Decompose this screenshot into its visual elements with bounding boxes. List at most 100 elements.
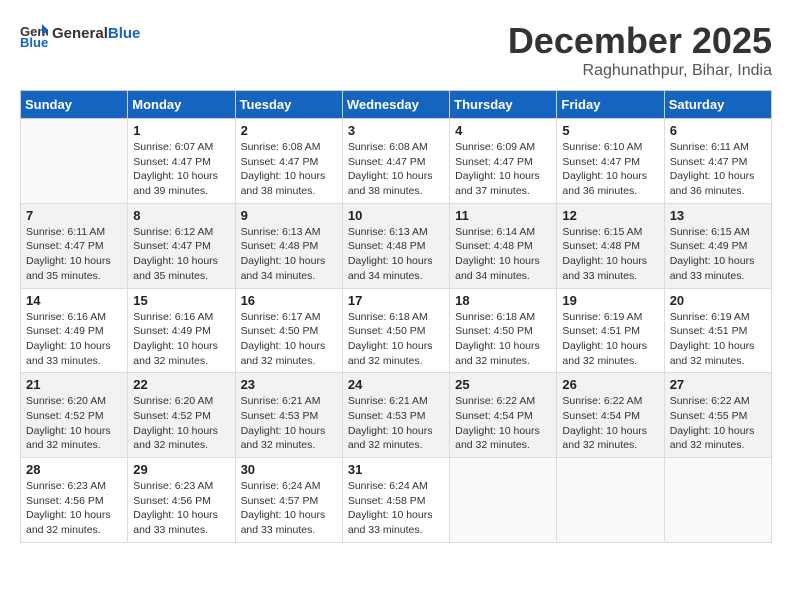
- calendar-cell: 27 Sunrise: 6:22 AMSunset: 4:55 PMDayligh…: [664, 373, 771, 458]
- weekday-header-sunday: Sunday: [21, 91, 128, 119]
- calendar-cell: 10Sunrise: 6:13 AMSunset: 4:48 PMDayligh…: [342, 203, 449, 288]
- day-number: 9: [241, 208, 337, 223]
- day-info: Sunrise: 6:08 AMSunset: 4:47 PMDaylight:…: [241, 140, 337, 199]
- calendar-cell: 28 Sunrise: 6:23 AMSunset: 4:56 PMDayligh…: [21, 458, 128, 543]
- day-info: Sunrise: 6:07 AMSunset: 4:47 PMDaylight:…: [133, 140, 229, 199]
- weekday-header-monday: Monday: [128, 91, 235, 119]
- svg-text:Blue: Blue: [20, 35, 48, 48]
- day-info: Sunrise: 6:19 AMSunset: 4:51 PMDaylight:…: [670, 310, 766, 369]
- calendar-cell: 2Sunrise: 6:08 AMSunset: 4:47 PMDaylight…: [235, 119, 342, 204]
- calendar-cell: 24 Sunrise: 6:21 AMSunset: 4:53 PMDayligh…: [342, 373, 449, 458]
- day-number: 5: [562, 123, 658, 138]
- day-info: Sunrise: 6:22 AMSunset: 4:54 PMDaylight:…: [562, 394, 658, 453]
- calendar-cell: 22Sunrise: 6:20 AMSunset: 4:52 PMDayligh…: [128, 373, 235, 458]
- day-info: Sunrise: 6:16 AMSunset: 4:49 PMDaylight:…: [133, 310, 229, 369]
- weekday-header-thursday: Thursday: [450, 91, 557, 119]
- week-row-5: 28 Sunrise: 6:23 AMSunset: 4:56 PMDayligh…: [21, 458, 772, 543]
- calendar-cell: 26 Sunrise: 6:22 AMSunset: 4:54 PMDayligh…: [557, 373, 664, 458]
- day-number: 19: [562, 293, 658, 308]
- day-number: 13: [670, 208, 766, 223]
- day-info: Sunrise: 6:23 AMSunset: 4:56 PMDaylight:…: [133, 479, 229, 538]
- weekday-header-tuesday: Tuesday: [235, 91, 342, 119]
- week-row-3: 14 Sunrise: 6:16 AMSunset: 4:49 PMDayligh…: [21, 288, 772, 373]
- calendar-cell: 30 Sunrise: 6:24 AMSunset: 4:57 PMDayligh…: [235, 458, 342, 543]
- day-info: Sunrise: 6:21 AMSunset: 4:53 PMDaylight:…: [348, 394, 444, 453]
- day-number: 29: [133, 462, 229, 477]
- day-info: Sunrise: 6:18 AMSunset: 4:50 PMDaylight:…: [348, 310, 444, 369]
- calendar-cell: 17 Sunrise: 6:18 AMSunset: 4:50 PMDayligh…: [342, 288, 449, 373]
- day-info: Sunrise: 6:10 AMSunset: 4:47 PMDaylight:…: [562, 140, 658, 199]
- day-info: Sunrise: 6:15 AMSunset: 4:48 PMDaylight:…: [562, 225, 658, 284]
- day-info: Sunrise: 6:22 AMSunset: 4:54 PMDaylight:…: [455, 394, 551, 453]
- logo-general: General: [52, 25, 108, 42]
- day-number: 30: [241, 462, 337, 477]
- day-info: Sunrise: 6:14 AMSunset: 4:48 PMDaylight:…: [455, 225, 551, 284]
- day-number: 31: [348, 462, 444, 477]
- day-info: Sunrise: 6:24 AMSunset: 4:58 PMDaylight:…: [348, 479, 444, 538]
- day-info: Sunrise: 6:12 AMSunset: 4:47 PMDaylight:…: [133, 225, 229, 284]
- title-area: December 2025 Raghunathpur, Bihar, India: [508, 20, 772, 80]
- calendar-cell: 14Sunrise: 6:16 AMSunset: 4:49 PMDayligh…: [21, 288, 128, 373]
- header: General Blue GeneralBlue December 2025 R…: [20, 20, 772, 80]
- day-info: Sunrise: 6:11 AMSunset: 4:47 PMDaylight:…: [670, 140, 766, 199]
- calendar-cell: 16 Sunrise: 6:17 AMSunset: 4:50 PMDayligh…: [235, 288, 342, 373]
- weekday-header-saturday: Saturday: [664, 91, 771, 119]
- day-number: 6: [670, 123, 766, 138]
- day-number: 22: [133, 377, 229, 392]
- calendar-cell: 12Sunrise: 6:15 AMSunset: 4:48 PMDayligh…: [557, 203, 664, 288]
- week-row-1: 1 Sunrise: 6:07 AMSunset: 4:47 PMDaylight…: [21, 119, 772, 204]
- day-number: 15: [133, 293, 229, 308]
- day-number: 3: [348, 123, 444, 138]
- calendar-cell: [21, 119, 128, 204]
- calendar-cell: 7Sunrise: 6:11 AMSunset: 4:47 PMDaylight…: [21, 203, 128, 288]
- calendar-cell: [450, 458, 557, 543]
- logo-icon: General Blue: [20, 20, 48, 48]
- logo-blue: Blue: [108, 25, 141, 42]
- day-info: Sunrise: 6:24 AMSunset: 4:57 PMDaylight:…: [241, 479, 337, 538]
- calendar-cell: 4Sunrise: 6:09 AMSunset: 4:47 PMDaylight…: [450, 119, 557, 204]
- day-number: 17: [348, 293, 444, 308]
- calendar-cell: 8 Sunrise: 6:12 AMSunset: 4:47 PMDaylight…: [128, 203, 235, 288]
- calendar-cell: 31 Sunrise: 6:24 AMSunset: 4:58 PMDayligh…: [342, 458, 449, 543]
- week-row-4: 21Sunrise: 6:20 AMSunset: 4:52 PMDayligh…: [21, 373, 772, 458]
- day-info: Sunrise: 6:08 AMSunset: 4:47 PMDaylight:…: [348, 140, 444, 199]
- day-info: Sunrise: 6:20 AMSunset: 4:52 PMDaylight:…: [26, 394, 122, 453]
- day-info: Sunrise: 6:15 AMSunset: 4:49 PMDaylight:…: [670, 225, 766, 284]
- day-number: 4: [455, 123, 551, 138]
- day-number: 24: [348, 377, 444, 392]
- weekday-header-friday: Friday: [557, 91, 664, 119]
- day-number: 11: [455, 208, 551, 223]
- calendar-cell: 25 Sunrise: 6:22 AMSunset: 4:54 PMDayligh…: [450, 373, 557, 458]
- day-number: 20: [670, 293, 766, 308]
- day-info: Sunrise: 6:22 AMSunset: 4:55 PMDaylight:…: [670, 394, 766, 453]
- calendar-cell: 5 Sunrise: 6:10 AMSunset: 4:47 PMDaylight…: [557, 119, 664, 204]
- day-info: Sunrise: 6:23 AMSunset: 4:56 PMDaylight:…: [26, 479, 122, 538]
- day-number: 10: [348, 208, 444, 223]
- day-info: Sunrise: 6:21 AMSunset: 4:53 PMDaylight:…: [241, 394, 337, 453]
- day-number: 16: [241, 293, 337, 308]
- day-info: Sunrise: 6:17 AMSunset: 4:50 PMDaylight:…: [241, 310, 337, 369]
- day-number: 27: [670, 377, 766, 392]
- day-number: 8: [133, 208, 229, 223]
- calendar-cell: 23 Sunrise: 6:21 AMSunset: 4:53 PMDayligh…: [235, 373, 342, 458]
- weekday-header-wednesday: Wednesday: [342, 91, 449, 119]
- weekday-header-row: SundayMondayTuesdayWednesdayThursdayFrid…: [21, 91, 772, 119]
- day-number: 26: [562, 377, 658, 392]
- calendar-cell: 3 Sunrise: 6:08 AMSunset: 4:47 PMDaylight…: [342, 119, 449, 204]
- day-info: Sunrise: 6:18 AMSunset: 4:50 PMDaylight:…: [455, 310, 551, 369]
- day-number: 25: [455, 377, 551, 392]
- logo: General Blue GeneralBlue: [20, 20, 140, 48]
- calendar-cell: 11 Sunrise: 6:14 AMSunset: 4:48 PMDayligh…: [450, 203, 557, 288]
- calendar-cell: 21Sunrise: 6:20 AMSunset: 4:52 PMDayligh…: [21, 373, 128, 458]
- day-number: 1: [133, 123, 229, 138]
- calendar-cell: 9Sunrise: 6:13 AMSunset: 4:48 PMDaylight…: [235, 203, 342, 288]
- day-info: Sunrise: 6:19 AMSunset: 4:51 PMDaylight:…: [562, 310, 658, 369]
- day-number: 14: [26, 293, 122, 308]
- calendar-cell: 6 Sunrise: 6:11 AMSunset: 4:47 PMDaylight…: [664, 119, 771, 204]
- calendar-cell: 15 Sunrise: 6:16 AMSunset: 4:49 PMDayligh…: [128, 288, 235, 373]
- calendar-cell: 13 Sunrise: 6:15 AMSunset: 4:49 PMDayligh…: [664, 203, 771, 288]
- calendar-cell: 20 Sunrise: 6:19 AMSunset: 4:51 PMDayligh…: [664, 288, 771, 373]
- day-number: 18: [455, 293, 551, 308]
- day-number: 23: [241, 377, 337, 392]
- day-number: 28: [26, 462, 122, 477]
